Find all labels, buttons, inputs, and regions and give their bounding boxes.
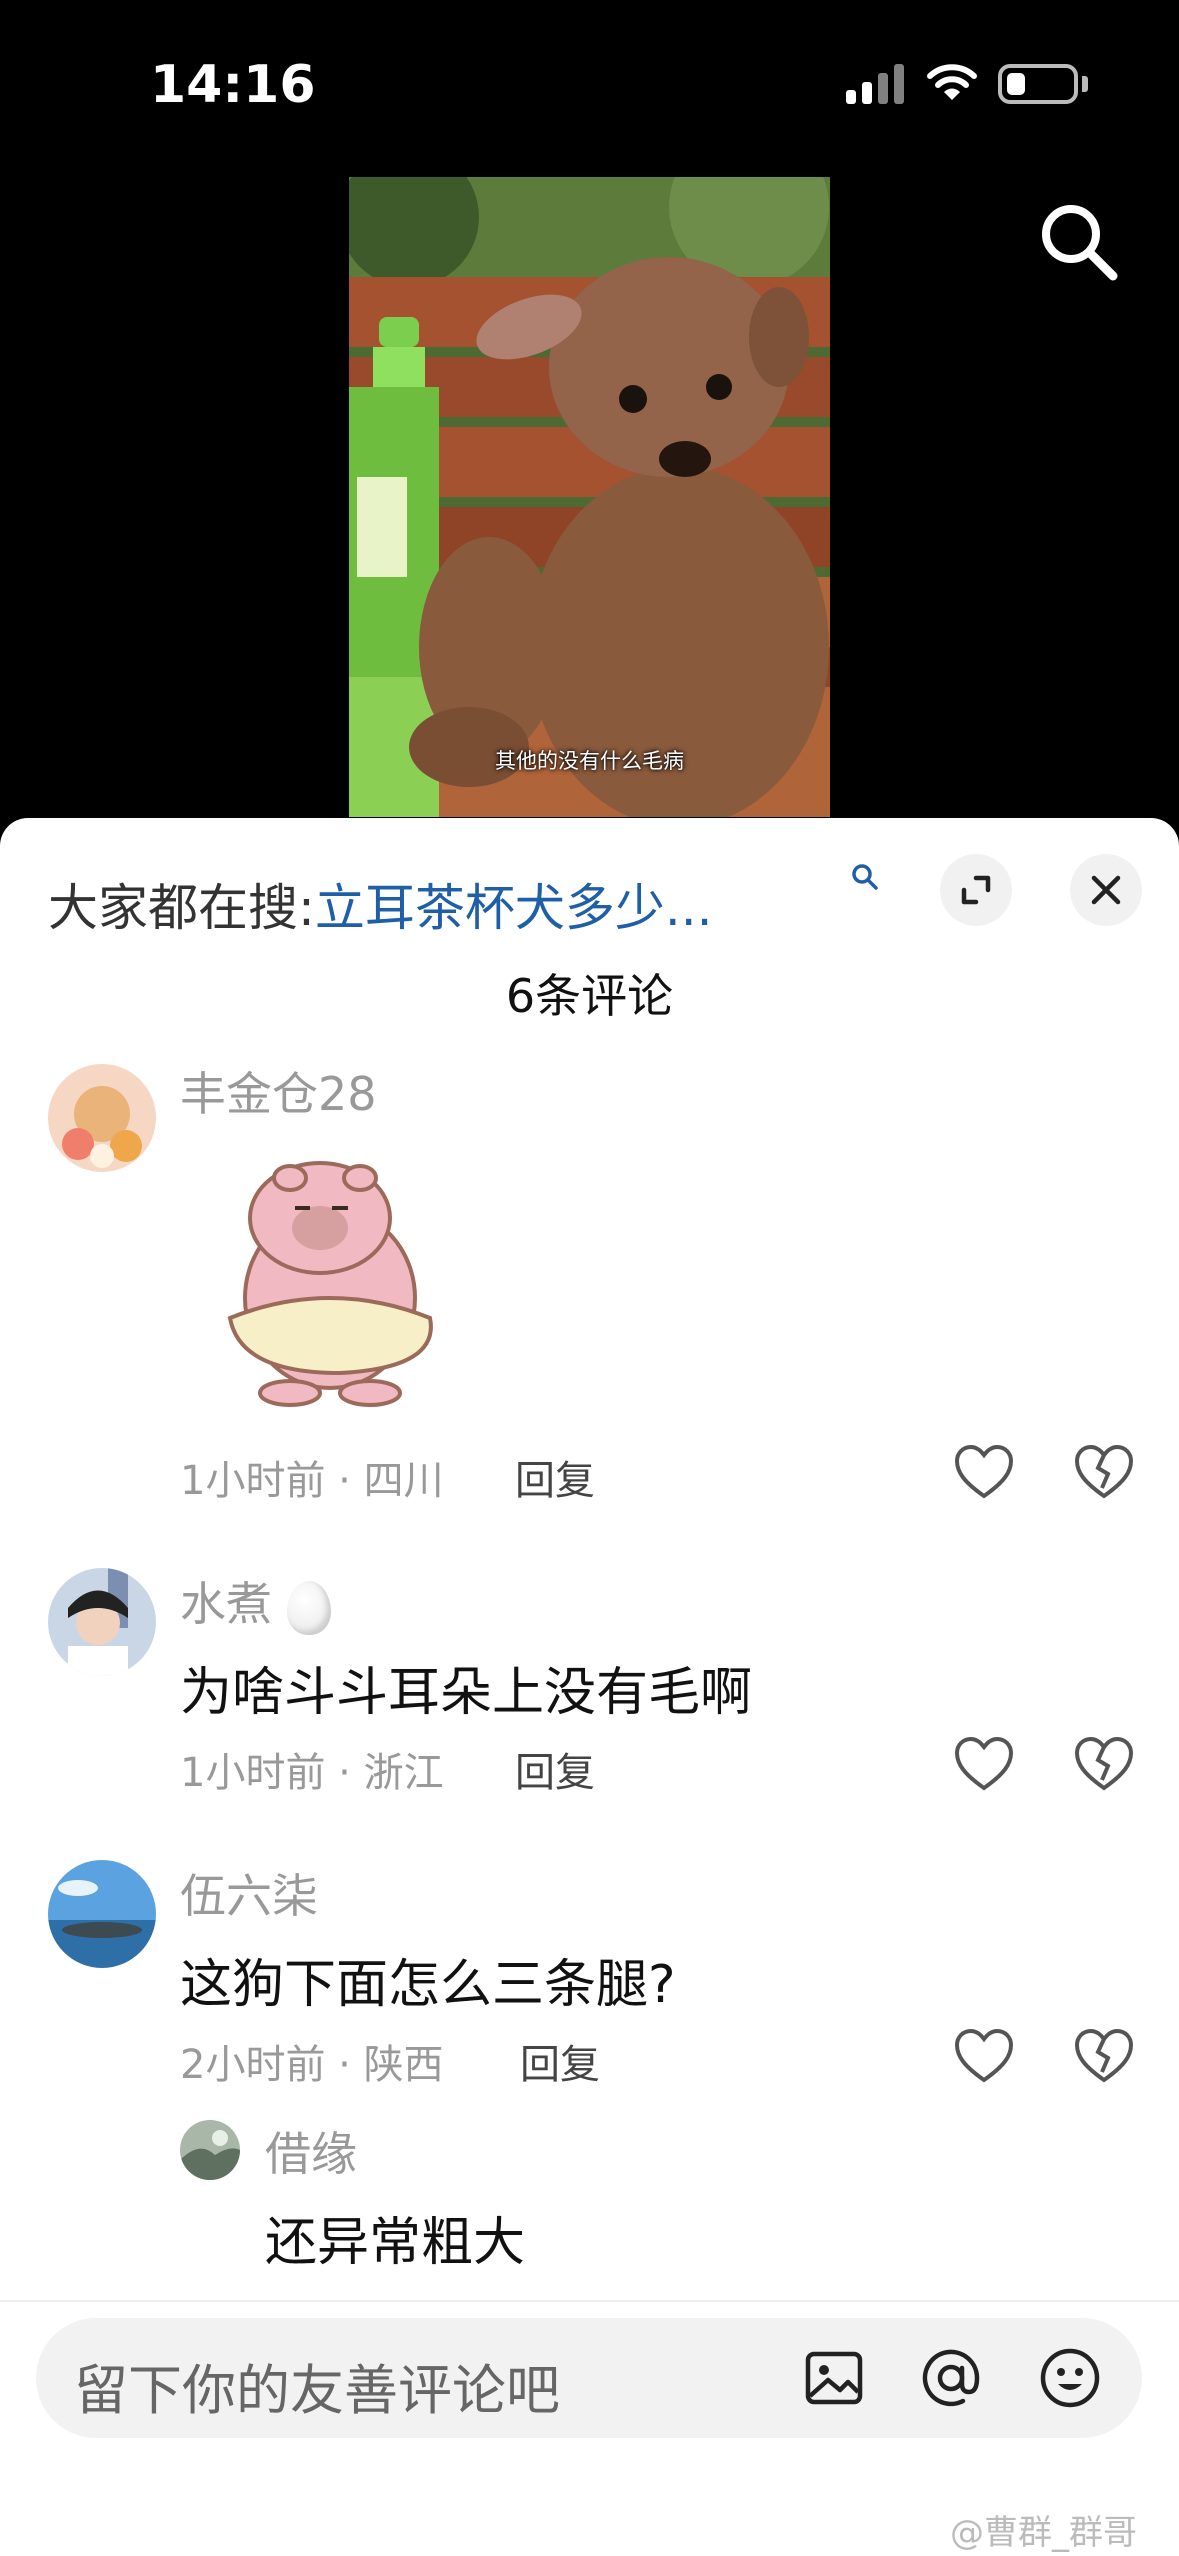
- battery-icon: [998, 64, 1078, 104]
- video-player[interactable]: 其他的没有什么毛病: [349, 177, 830, 817]
- comment-meta: 2小时前 · 陕西: [180, 2042, 444, 2088]
- expand-icon: [961, 875, 991, 905]
- image-icon[interactable]: [802, 2346, 866, 2410]
- video-subtitle: 其他的没有什么毛病: [495, 749, 684, 773]
- comment-username[interactable]: 丰金仓28: [180, 1058, 377, 1124]
- comment-input-placeholder: 留下你的友善评论吧: [74, 2359, 560, 2422]
- like-heart-icon[interactable]: [954, 2028, 1014, 2084]
- reply-button[interactable]: 回复: [515, 1448, 595, 1506]
- dislike-broken-heart-icon[interactable]: [1074, 1736, 1134, 1792]
- comment-sheet: 大家都在搜:立耳茶杯犬多少... 6条评论 丰金仓28 1小时前 · 四川 回复…: [0, 818, 1179, 2556]
- reply-username[interactable]: 借缘: [265, 2118, 357, 2184]
- hot-search-prefix: 大家都在搜:: [48, 879, 315, 937]
- battery-tip: [1082, 76, 1088, 92]
- reply-text: 还异常粗大: [265, 2213, 526, 2273]
- hot-search-query[interactable]: 立耳茶杯犬多少...: [315, 879, 713, 937]
- like-heart-icon[interactable]: [954, 1444, 1014, 1500]
- comment-username[interactable]: 水煮: [180, 1568, 331, 1635]
- video-frame-image: [349, 177, 830, 817]
- egg-emoji-icon: [286, 1580, 331, 1635]
- divider: [0, 2300, 1179, 2302]
- wifi-icon: [927, 64, 977, 100]
- sticker-image[interactable]: [210, 1148, 460, 1408]
- reply-button[interactable]: 回复: [520, 2032, 600, 2090]
- search-icon[interactable]: [1035, 198, 1121, 284]
- avatar[interactable]: [180, 2120, 240, 2180]
- avatar[interactable]: [48, 1860, 156, 1968]
- avatar[interactable]: [48, 1064, 156, 1172]
- comment-count: 6条评论: [505, 969, 674, 1023]
- dislike-broken-heart-icon[interactable]: [1074, 1444, 1134, 1500]
- comment-text: 这狗下面怎么三条腿?: [180, 1955, 676, 2015]
- close-icon: [1091, 875, 1121, 905]
- comment-text: 为啥斗斗耳朵上没有毛啊: [180, 1663, 753, 1723]
- dislike-broken-heart-icon[interactable]: [1074, 2028, 1134, 2084]
- comment-meta: 1小时前 · 四川: [180, 1458, 444, 1504]
- mention-at-icon[interactable]: [919, 2346, 983, 2410]
- watermark: @曹群_群哥: [950, 2513, 1137, 2553]
- avatar[interactable]: [48, 1568, 156, 1676]
- comment-input[interactable]: 留下你的友善评论吧: [36, 2318, 1142, 2438]
- close-button[interactable]: [1070, 854, 1142, 926]
- like-heart-icon[interactable]: [954, 1736, 1014, 1792]
- expand-button[interactable]: [940, 854, 1012, 926]
- reply-button[interactable]: 回复: [515, 1740, 595, 1798]
- hot-search-banner[interactable]: 大家都在搜:立耳茶杯犬多少...: [48, 868, 713, 940]
- emoji-icon[interactable]: [1038, 2346, 1102, 2410]
- cellular-signal-icon: [846, 62, 904, 104]
- comment-username-text: 水煮: [180, 1577, 272, 1631]
- status-time: 14:16: [150, 55, 316, 115]
- search-icon[interactable]: [850, 862, 880, 892]
- comment-username[interactable]: 伍六柒: [180, 1860, 318, 1926]
- comment-meta: 1小时前 · 浙江: [180, 1750, 444, 1796]
